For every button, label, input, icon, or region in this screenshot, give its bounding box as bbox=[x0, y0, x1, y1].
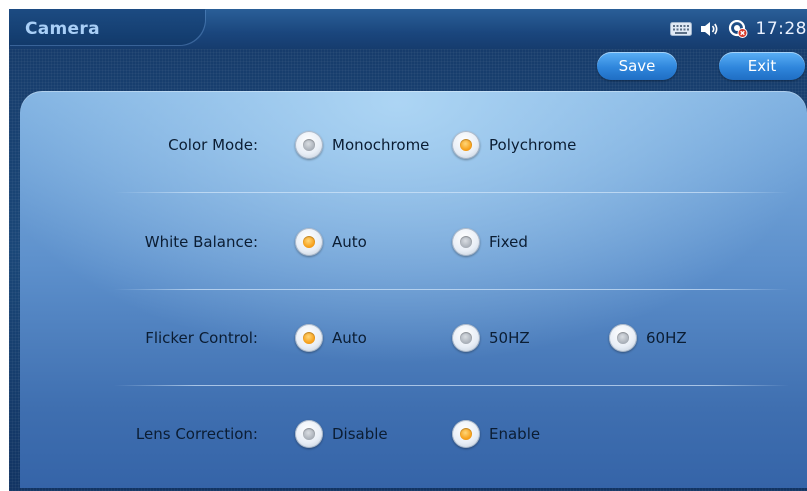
speaker-icon[interactable] bbox=[700, 21, 720, 37]
radio-button[interactable] bbox=[452, 420, 480, 448]
settings-panel: Color Mode: Monochrome Polychrome White … bbox=[20, 91, 807, 488]
status-area: 17:28 bbox=[669, 18, 807, 40]
radio-button[interactable] bbox=[295, 131, 323, 159]
option-enable[interactable]: Enable bbox=[452, 419, 540, 449]
radio-button[interactable] bbox=[295, 228, 323, 256]
option-label: Polychrome bbox=[489, 136, 577, 154]
divider bbox=[114, 192, 789, 193]
option-label: Enable bbox=[489, 425, 541, 443]
option-label: Disable bbox=[332, 425, 388, 443]
option-fixed[interactable]: Fixed bbox=[452, 227, 528, 257]
setting-label: Color Mode: bbox=[168, 136, 258, 154]
keyboard-icon[interactable] bbox=[669, 22, 692, 36]
divider bbox=[114, 385, 789, 386]
option-50hz[interactable]: 50HZ bbox=[452, 323, 530, 353]
option-auto[interactable]: Auto bbox=[295, 227, 367, 257]
option-label: Auto bbox=[332, 329, 367, 347]
setting-row-white-balance: White Balance: Auto Fixed bbox=[20, 222, 807, 262]
option-label: 60HZ bbox=[646, 329, 687, 347]
network-disconnected-icon[interactable] bbox=[728, 20, 748, 38]
radio-button[interactable] bbox=[452, 131, 480, 159]
option-auto[interactable]: Auto bbox=[295, 323, 367, 353]
radio-button[interactable] bbox=[295, 420, 323, 448]
option-label: Monochrome bbox=[332, 136, 430, 154]
radio-button[interactable] bbox=[295, 324, 323, 352]
setting-label: White Balance: bbox=[144, 233, 258, 251]
camera-settings-screen: Camera 17:28 Save Exit Color Mode: Monoc… bbox=[9, 9, 807, 491]
option-polychrome[interactable]: Polychrome bbox=[452, 130, 576, 160]
setting-label: Flicker Control: bbox=[145, 329, 258, 347]
option-label: Fixed bbox=[489, 233, 528, 251]
title-tab: Camera bbox=[9, 9, 205, 45]
radio-button[interactable] bbox=[452, 324, 480, 352]
option-disable[interactable]: Disable bbox=[295, 419, 388, 449]
setting-row-color-mode: Color Mode: Monochrome Polychrome bbox=[20, 125, 807, 165]
radio-button[interactable] bbox=[452, 228, 480, 256]
option-monochrome[interactable]: Monochrome bbox=[295, 130, 429, 160]
setting-row-lens-correction: Lens Correction: Disable Enable bbox=[20, 414, 807, 454]
clock: 17:28 bbox=[755, 19, 807, 39]
divider bbox=[114, 289, 789, 290]
option-60hz[interactable]: 60HZ bbox=[609, 323, 687, 353]
option-label: Auto bbox=[332, 233, 367, 251]
page-title: Camera bbox=[25, 19, 100, 39]
setting-row-flicker-control: Flicker Control: Auto 50HZ 60HZ bbox=[20, 318, 807, 358]
exit-button[interactable]: Exit bbox=[719, 52, 805, 80]
option-label: 50HZ bbox=[489, 329, 530, 347]
save-button[interactable]: Save bbox=[597, 52, 677, 80]
setting-label: Lens Correction: bbox=[135, 425, 258, 443]
radio-button[interactable] bbox=[609, 324, 637, 352]
